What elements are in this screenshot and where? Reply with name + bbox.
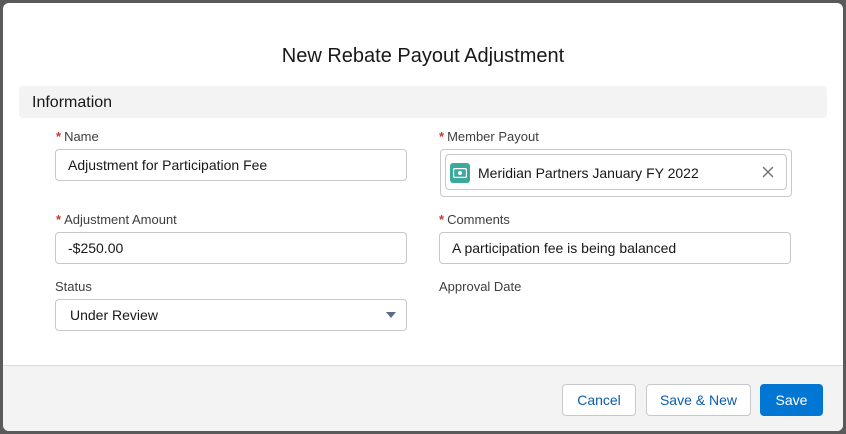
cancel-button[interactable]: Cancel <box>562 384 636 416</box>
comments-label-text: Comments <box>447 212 510 227</box>
required-marker: * <box>439 129 445 144</box>
name-label-text: Name <box>64 129 99 144</box>
comments-label: * Comments <box>439 212 510 227</box>
member-payout-lookup[interactable]: Meridian Partners January FY 2022 <box>440 149 792 197</box>
adjustment-amount-label: * Adjustment Amount <box>56 212 177 227</box>
chevron-down-icon <box>386 312 396 318</box>
modal-title: New Rebate Payout Adjustment <box>281 45 565 67</box>
status-selected-value: Under Review <box>70 307 158 323</box>
member-payout-pill[interactable]: Meridian Partners January FY 2022 <box>445 154 787 190</box>
required-marker: * <box>56 212 62 227</box>
name-label: * Name <box>56 129 99 144</box>
adjustment-amount-label-text: Adjustment Amount <box>64 212 177 227</box>
clear-selection-icon[interactable] <box>760 164 776 180</box>
adjustment-amount-input[interactable]: -$250.00 <box>55 232 407 264</box>
required-marker: * <box>439 212 445 227</box>
section-title: Information <box>32 94 113 111</box>
member-payout-label: * Member Payout <box>439 129 539 144</box>
payout-record-icon <box>450 163 470 183</box>
modal-dialog: New Rebate Payout Adjustment Information… <box>3 3 843 431</box>
approval-date-label: Approval Date <box>439 279 522 294</box>
section-header-information[interactable]: Information <box>19 86 827 118</box>
status-select[interactable]: Under Review <box>55 299 407 331</box>
modal-footer: Cancel Save & New Save <box>3 365 843 431</box>
comments-input[interactable]: A participation fee is being balanced <box>439 232 791 264</box>
modal-header: New Rebate Payout Adjustment <box>3 3 843 85</box>
member-payout-label-text: Member Payout <box>447 129 539 144</box>
save-button[interactable]: Save <box>760 384 823 416</box>
status-label: Status <box>55 279 92 294</box>
required-marker: * <box>56 129 62 144</box>
name-input[interactable]: Adjustment for Participation Fee <box>55 149 407 181</box>
member-payout-value: Meridian Partners January FY 2022 <box>478 165 699 181</box>
save-and-new-button[interactable]: Save & New <box>646 384 751 416</box>
